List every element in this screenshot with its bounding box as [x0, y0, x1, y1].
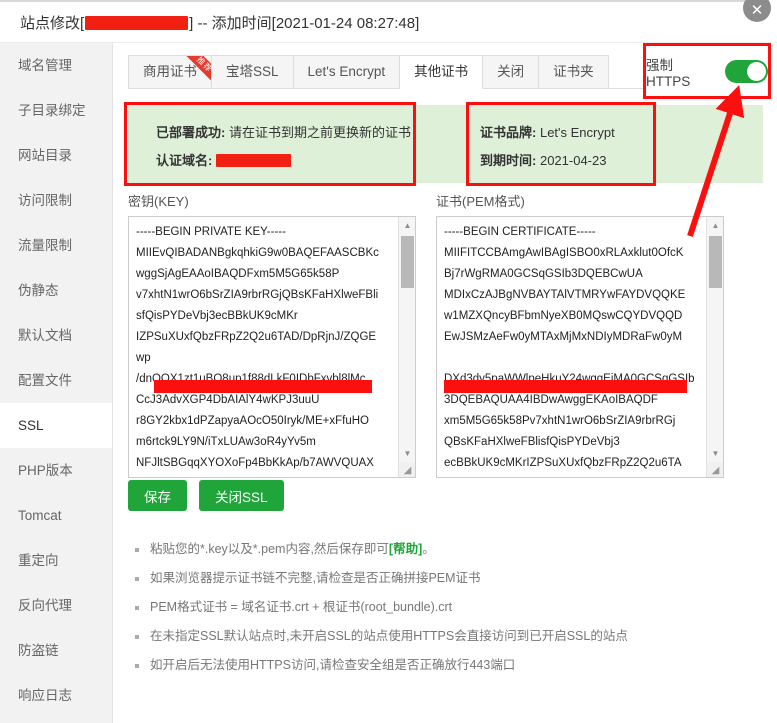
tab-other-cert[interactable]: 其他证书 [400, 55, 484, 89]
sidebar-item-redirect[interactable]: 重定向 [0, 538, 112, 583]
page-title-suffix: ] -- 添加时间[2021-01-24 08:27:48] [189, 15, 420, 32]
cert-expire-line: 到期时间: 2021-04-23 [480, 147, 615, 175]
sidebar-item-tomcat[interactable]: Tomcat [0, 493, 112, 538]
cert-brand-line: 证书品牌: Let's Encrypt [480, 119, 615, 147]
close-icon[interactable]: ✕ [743, 0, 771, 22]
force-https-label: 强制HTTPS [646, 57, 691, 89]
note-item: PEM格式证书 = 域名证书.crt + 根证书(root_bundle).cr… [132, 593, 752, 622]
scroll-up-icon[interactable]: ▲ [399, 217, 415, 234]
scroll-down-icon[interactable]: ▼ [707, 445, 723, 462]
cert-deploy-info: 已部署成功: 请在证书到期之前更换新的证书 认证域名: [156, 119, 411, 175]
tab-close[interactable]: 关闭 [483, 55, 540, 89]
cert-status-row: 已部署成功: 请在证书到期之前更换新的证书 认证域名: 证书品牌: Let's … [124, 102, 763, 186]
tab-bt-ssl[interactable]: 宝塔SSL [212, 55, 294, 89]
scroll-up-icon[interactable]: ▲ [707, 217, 723, 234]
key-pane-label: 密钥(KEY) [128, 194, 189, 209]
cert-expire-value: 2021-04-23 [539, 153, 607, 168]
resize-grip-icon[interactable]: ◢ [399, 462, 415, 477]
note-text: 如开启后无法使用HTTPS访问,请检查安全组是否正确放行443端口 [150, 658, 516, 672]
pem-textarea[interactable]: -----BEGIN CERTIFICATE----- MIIFITCCBAmg… [436, 216, 724, 478]
cert-domain-key: 认证域名: [156, 153, 213, 168]
sidebar-item-domain[interactable]: 域名管理 [0, 43, 112, 88]
sidebar-item-rewrite[interactable]: 伪静态 [0, 268, 112, 313]
deploy-status-value: 请在证书到期之前更换新的证书 [228, 125, 411, 140]
resize-grip-icon[interactable]: ◢ [707, 462, 723, 477]
redacted-cert-domain [215, 154, 291, 168]
sidebar-item-php-version[interactable]: PHP版本 [0, 448, 112, 493]
toggle-knob [747, 61, 766, 81]
sidebar-item-config-file[interactable]: 配置文件 [0, 358, 112, 403]
cert-expire-key: 到期时间: [480, 153, 537, 168]
scroll-thumb[interactable] [709, 236, 722, 288]
page-title-prefix: 站点修改[ [20, 15, 85, 32]
main-panel: 商用证书 推荐 宝塔SSL Let's Encrypt 其他证书 关闭 证书夹 … [114, 43, 777, 723]
scroll-down-icon[interactable]: ▼ [399, 445, 415, 462]
force-https-highlight: 强制HTTPS [643, 43, 771, 99]
key-scrollbar[interactable]: ▲ ▼ ◢ [398, 217, 415, 477]
key-textarea[interactable]: -----BEGIN PRIVATE KEY----- MIIEvQIBADAN… [128, 216, 416, 478]
cert-brand-value: Let's Encrypt [539, 125, 615, 140]
sidebar: 域名管理 子目录绑定 网站目录 访问限制 流量限制 伪静态 默认文档 配置文件 … [0, 43, 113, 723]
sidebar-item-access-limit[interactable]: 访问限制 [0, 178, 112, 223]
pem-textarea-content: -----BEGIN CERTIFICATE----- MIIFITCCBAmg… [444, 226, 695, 469]
redacted-domain-title [85, 16, 189, 31]
redacted-key-line [154, 380, 372, 393]
sidebar-item-default-doc[interactable]: 默认文档 [0, 313, 112, 358]
note-text: 如果浏览器提示证书链不完整,请检查是否正确拼接PEM证书 [150, 571, 481, 585]
note-item: 在未指定SSL默认站点时,未开启SSL的站点使用HTTPS会直接访问到已开启SS… [132, 622, 752, 651]
pem-scrollbar[interactable]: ▲ ▼ ◢ [706, 217, 723, 477]
note-text: PEM格式证书 = 域名证书.crt + 根证书(root_bundle).cr… [150, 600, 453, 614]
note-text: 在未指定SSL默认站点时,未开启SSL的站点使用HTTPS会直接访问到已开启SS… [150, 629, 628, 643]
force-https-toggle[interactable] [725, 59, 768, 83]
redacted-pem-line [444, 380, 687, 393]
deploy-status-line: 已部署成功: 请在证书到期之前更换新的证书 [156, 119, 411, 147]
action-buttons: 保存 关闭SSL [128, 480, 284, 511]
page-title: 站点修改[ ] -- 添加时间[2021-01-24 08:27:48] [20, 12, 419, 33]
dialog-header: 站点修改[ ] -- 添加时间[2021-01-24 08:27:48] ✕ [0, 0, 777, 43]
sidebar-item-anti-leech[interactable]: 防盗链 [0, 628, 112, 673]
pem-pane: 证书(PEM格式) -----BEGIN CERTIFICATE----- MI… [436, 191, 724, 478]
sidebar-item-subdir[interactable]: 子目录绑定 [0, 88, 112, 133]
sidebar-item-traffic-limit[interactable]: 流量限制 [0, 223, 112, 268]
tab-cert-folder[interactable]: 证书夹 [539, 55, 609, 89]
cert-brand-key: 证书品牌: [480, 125, 537, 140]
sidebar-item-reverse-proxy[interactable]: 反向代理 [0, 583, 112, 628]
cert-domain-line: 认证域名: [156, 147, 411, 175]
cert-brand-info: 证书品牌: Let's Encrypt 到期时间: 2021-04-23 [480, 119, 615, 175]
help-notes: 粘贴您的*.key以及*.pem内容,然后保存即可[帮助]。 如果浏览器提示证书… [132, 535, 752, 680]
tab-lets-encrypt[interactable]: Let's Encrypt [293, 55, 401, 89]
site-edit-dialog: 站点修改[ ] -- 添加时间[2021-01-24 08:27:48] ✕ 域名… [0, 0, 777, 723]
pem-pane-label: 证书(PEM格式) [436, 194, 525, 209]
scroll-thumb[interactable] [401, 236, 414, 288]
tab-bar: 商用证书 推荐 宝塔SSL Let's Encrypt 其他证书 关闭 证书夹 [128, 55, 609, 89]
tab-commercial-cert-label: 商用证书 [143, 64, 197, 79]
note-text: 粘贴您的*.key以及*.pem内容,然后保存即可 [150, 542, 389, 556]
note-item: 如果浏览器提示证书链不完整,请检查是否正确拼接PEM证书 [132, 564, 752, 593]
sidebar-item-response-log[interactable]: 响应日志 [0, 673, 112, 718]
note-item: 粘贴您的*.key以及*.pem内容,然后保存即可[帮助]。 [132, 535, 752, 564]
help-link[interactable]: [帮助] [389, 542, 422, 556]
note-text-post: 。 [422, 542, 435, 556]
key-pane: 密钥(KEY) -----BEGIN PRIVATE KEY----- MIIE… [128, 191, 416, 478]
header-divider [0, 0, 745, 2]
deploy-status-key: 已部署成功: [156, 125, 226, 140]
save-button[interactable]: 保存 [128, 480, 187, 511]
close-ssl-button[interactable]: 关闭SSL [199, 480, 284, 511]
tab-commercial-cert[interactable]: 商用证书 推荐 [128, 55, 212, 89]
sidebar-item-ssl[interactable]: SSL [0, 403, 112, 448]
sidebar-item-webdir[interactable]: 网站目录 [0, 133, 112, 178]
note-item: 如开启后无法使用HTTPS访问,请检查安全组是否正确放行443端口 [132, 651, 752, 680]
key-textarea-content: -----BEGIN PRIVATE KEY----- MIIEvQIBADAN… [136, 226, 379, 469]
